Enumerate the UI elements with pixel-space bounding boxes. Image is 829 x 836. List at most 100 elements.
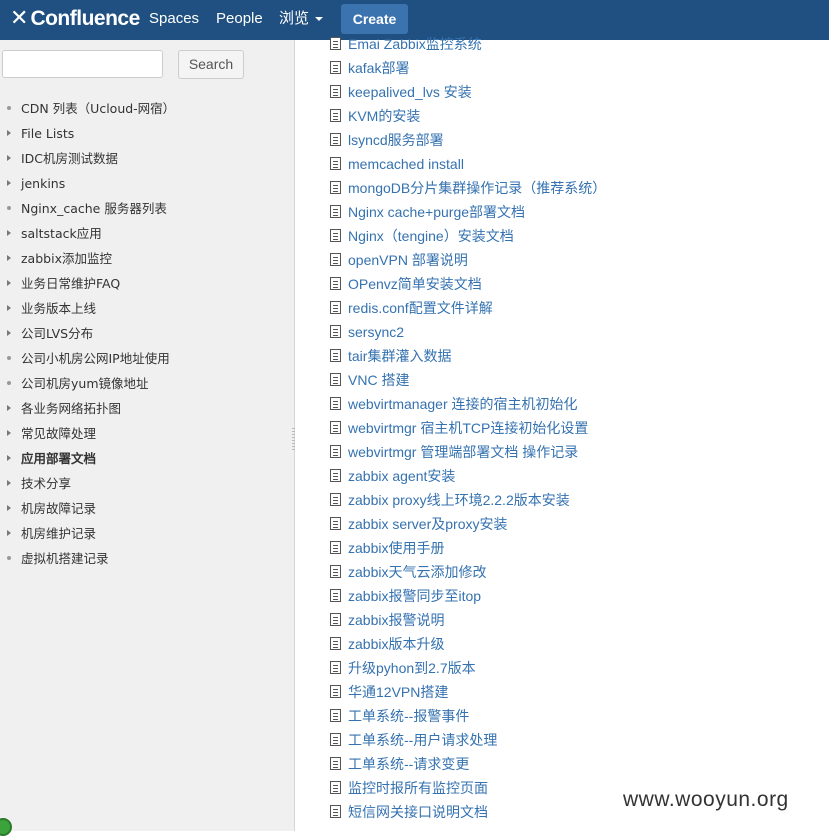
page-link[interactable]: keepalived_lvs 安装 — [348, 84, 472, 100]
sidebar-resize-handle[interactable] — [292, 428, 295, 452]
page-list-item: openVPN 部署说明 — [330, 248, 606, 272]
page-list-item: tair集群灌入数据 — [330, 344, 606, 368]
expand-arrow-icon[interactable] — [7, 421, 15, 446]
page-link[interactable]: zabbix报警同步至itop — [348, 588, 481, 604]
page-link[interactable]: webvirtmgr 宿主机TCP连接初始化设置 — [348, 420, 588, 436]
create-button[interactable]: Create — [341, 4, 408, 34]
sidebar-tree-item[interactable]: 业务日常维护FAQ — [0, 271, 175, 296]
sidebar-tree-item[interactable]: 机房维护记录 — [0, 521, 175, 546]
sidebar: Search CDN 列表（Ucloud-网宿） File Lists IDC机房测… — [0, 40, 295, 831]
document-icon — [330, 685, 341, 698]
sidebar-tree-item-label: 虚拟机搭建记录 — [21, 551, 109, 566]
nav-browse-dropdown[interactable]: 浏览 — [279, 0, 324, 40]
sidebar-tree-item[interactable]: 机房故障记录 — [0, 496, 175, 521]
sidebar-tree-item[interactable]: 公司LVS分布 — [0, 321, 175, 346]
page-list-item: zabbix agent安装 — [330, 464, 606, 488]
sidebar-tree-item[interactable]: 公司机房yum镜像地址 — [0, 371, 175, 396]
page-list-item: kafak部署 — [330, 56, 606, 80]
sidebar-tree-item[interactable]: 虚拟机搭建记录 — [0, 546, 175, 571]
sidebar-tree-item-label: 业务版本上线 — [21, 301, 97, 316]
page-link[interactable]: OPenvz简单安装文档 — [348, 276, 482, 292]
page-link[interactable]: zabbix天气云添加修改 — [348, 564, 486, 580]
expand-arrow-icon[interactable] — [7, 221, 15, 246]
confluence-x-icon: ✕ — [10, 6, 29, 31]
status-badge-icon — [0, 818, 12, 836]
sidebar-tree-item[interactable]: 公司小机房公网IP地址使用 — [0, 346, 175, 371]
document-icon — [330, 277, 341, 290]
expand-arrow-icon[interactable] — [7, 146, 15, 171]
expand-arrow-icon[interactable] — [7, 246, 15, 271]
page-link[interactable]: mongoDB分片集群操作记录（推荐系统） — [348, 180, 606, 196]
page-link[interactable]: 工单系统--用户请求处理 — [348, 732, 497, 748]
sidebar-tree-item[interactable]: saltstack应用 — [0, 221, 175, 246]
watermark: www.wooyun.org — [623, 788, 789, 811]
sidebar-tree-item[interactable]: CDN 列表（Ucloud-网宿） — [0, 96, 175, 121]
page-link[interactable]: lsyncd服务部署 — [348, 132, 444, 148]
page-link[interactable]: 短信网关接口说明文档 — [348, 804, 488, 820]
page-list-item: webvirtmanager 连接的宿主机初始化 — [330, 392, 606, 416]
confluence-logo[interactable]: ✕ Confluence — [10, 6, 140, 32]
page-link[interactable]: openVPN 部署说明 — [348, 252, 468, 268]
page-tree: CDN 列表（Ucloud-网宿） File Lists IDC机房测试数据 jenk… — [0, 96, 175, 571]
sidebar-tree-item[interactable]: jenkins — [0, 171, 175, 196]
page-link[interactable]: 工单系统--报警事件 — [348, 708, 469, 724]
expand-arrow-icon[interactable] — [7, 521, 15, 546]
nav-spaces-link[interactable]: Spaces — [149, 0, 199, 40]
expand-arrow-icon[interactable] — [7, 171, 15, 196]
page-link[interactable]: 监控时报所有监控页面 — [348, 780, 488, 796]
page-link[interactable]: sersync2 — [348, 324, 404, 340]
page-list-item: KVM的安装 — [330, 104, 606, 128]
document-icon — [330, 157, 341, 170]
page-link[interactable]: VNC 搭建 — [348, 372, 409, 388]
sidebar-tree-item[interactable]: IDC机房测试数据 — [0, 146, 175, 171]
page-list-item: lsyncd服务部署 — [330, 128, 606, 152]
sidebar-tree-item[interactable]: 业务版本上线 — [0, 296, 175, 321]
page-link[interactable]: zabbix agent安装 — [348, 468, 455, 484]
page-link[interactable]: 升级pyhon到2.7版本 — [348, 660, 476, 676]
page-link[interactable]: zabbix proxy线上环境2.2.2版本安装 — [348, 492, 570, 508]
document-icon — [330, 397, 341, 410]
nav-people-link[interactable]: People — [216, 0, 263, 40]
document-icon — [330, 709, 341, 722]
expand-arrow-icon[interactable] — [7, 271, 15, 296]
page-link[interactable]: zabbix使用手册 — [348, 540, 444, 556]
page-link[interactable]: memcached install — [348, 156, 464, 172]
sidebar-tree-item[interactable]: 常见故障处理 — [0, 421, 175, 446]
sidebar-tree-item[interactable]: 各业务网络拓扑图 — [0, 396, 175, 421]
page-link[interactable]: 华通12VPN搭建 — [348, 684, 448, 700]
document-icon — [330, 37, 341, 50]
sidebar-tree-item[interactable]: 技术分享 — [0, 471, 175, 496]
page-link[interactable]: tair集群灌入数据 — [348, 348, 451, 364]
sidebar-tree-item[interactable]: Nginx_cache 服务器列表 — [0, 196, 175, 221]
sidebar-tree-item[interactable]: File Lists — [0, 121, 175, 146]
search-button[interactable]: Search — [178, 50, 244, 79]
page-link[interactable]: KVM的安装 — [348, 108, 420, 124]
expand-arrow-icon[interactable] — [7, 121, 15, 146]
page-link[interactable]: webvirtmgr 管理端部署文档 操作记录 — [348, 444, 578, 460]
page-link[interactable]: Nginx（tengine）安装文档 — [348, 228, 514, 244]
page-link[interactable]: redis.conf配置文件详解 — [348, 300, 493, 316]
sidebar-tree-item[interactable]: zabbix添加监控 — [0, 246, 175, 271]
expand-arrow-icon[interactable] — [7, 496, 15, 521]
search-input[interactable] — [2, 50, 163, 78]
expand-arrow-icon[interactable] — [7, 446, 15, 471]
page-link[interactable]: zabbix版本升级 — [348, 636, 444, 652]
document-icon — [330, 109, 341, 122]
expand-arrow-icon[interactable] — [7, 396, 15, 421]
sidebar-tree-item-label: 各业务网络拓扑图 — [21, 401, 122, 416]
document-icon — [330, 781, 341, 794]
sidebar-tree-item-label: 机房故障记录 — [21, 501, 97, 516]
expand-arrow-icon[interactable] — [7, 296, 15, 321]
expand-arrow-icon[interactable] — [7, 471, 15, 496]
page-link[interactable]: kafak部署 — [348, 60, 409, 76]
page-link[interactable]: 工单系统--请求变更 — [348, 756, 469, 772]
page-link[interactable]: zabbix server及proxy安装 — [348, 516, 508, 532]
page-link[interactable]: webvirtmanager 连接的宿主机初始化 — [348, 396, 578, 412]
page-link[interactable]: Emai Zabbix监控系统 — [348, 36, 482, 52]
sidebar-tree-item-label: 机房维护记录 — [21, 526, 97, 541]
expand-arrow-icon[interactable] — [7, 321, 15, 346]
page-link[interactable]: zabbix报警说明 — [348, 612, 444, 628]
page-link[interactable]: Nginx cache+purge部署文档 — [348, 204, 525, 220]
sidebar-tree-item[interactable]: 应用部署文档 — [0, 446, 175, 471]
page-list-item: VNC 搭建 — [330, 368, 606, 392]
